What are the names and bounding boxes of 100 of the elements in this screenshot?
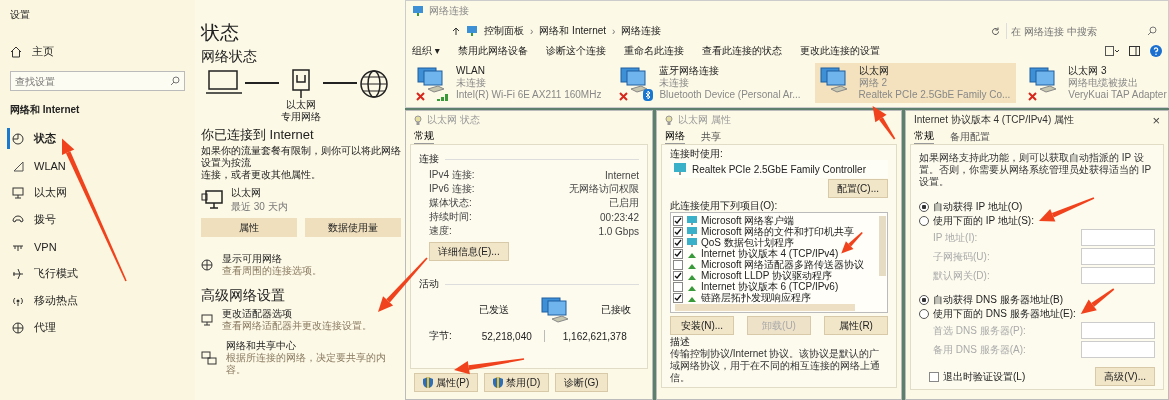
radio-label[interactable]: 使用下面的 DNS 服务器地址(E):	[933, 307, 1076, 321]
sent-label: 已发送	[479, 303, 509, 317]
dialog-button[interactable]: 高级(V)...	[1095, 367, 1155, 386]
adapter-name: WLAN	[456, 65, 486, 77]
checkbox[interactable]	[673, 237, 683, 248]
network-icon	[466, 25, 478, 37]
checkbox[interactable]	[673, 270, 683, 281]
toolbar-button[interactable]: 更改此连接的设置	[799, 44, 880, 58]
globe-icon	[359, 69, 389, 99]
search-field[interactable]: 查找设置	[10, 71, 185, 91]
annotation-arrow	[454, 358, 525, 375]
radio-label[interactable]: 自动获得 DNS 服务器地址(B)	[933, 293, 1063, 307]
toolbar-button[interactable]: 诊断这个连接	[545, 44, 606, 58]
checkbox[interactable]	[929, 371, 939, 382]
monitor-icon	[686, 215, 698, 226]
field-label: 速度:	[429, 224, 452, 238]
link-description: 查看网络适配器并更改连接设置。	[222, 320, 372, 332]
settings-link[interactable]: 网络和共享中心	[226, 340, 405, 352]
checkbox[interactable]	[673, 281, 683, 292]
dialog-button[interactable]: 属性(P)	[414, 373, 479, 392]
breadcrumb-separator: ›	[530, 25, 534, 37]
field-label: 连接时使用:	[670, 148, 724, 160]
dialog-button[interactable]: 诊断(G)	[555, 373, 608, 392]
settings-button[interactable]: 属性	[201, 218, 297, 237]
sidebar-item[interactable]: 代理	[10, 314, 185, 341]
section-heading: 网络和 Internet	[10, 103, 81, 117]
toolbar-button[interactable]: 组织 ▾	[412, 44, 440, 58]
sidebar-item[interactable]: WLAN	[10, 152, 185, 179]
sidebar-item[interactable]: VPN	[10, 233, 185, 260]
home-link[interactable]: 主页	[32, 44, 54, 59]
dialog-button[interactable]: 详细信息(E)...	[429, 242, 509, 261]
status-icon	[12, 132, 24, 145]
received-label: 已接收	[601, 303, 631, 317]
dialog-title: 以太网 状态	[427, 113, 481, 127]
breadcrumb-separator: ›	[612, 25, 616, 37]
connection-status: 你已连接到 Internet	[201, 127, 315, 143]
signal-bars-icon	[436, 91, 450, 101]
adapter-status: 网络 2	[858, 77, 888, 89]
radio-label[interactable]: 使用下面的 IP 地址(S):	[933, 214, 1034, 228]
checkbox[interactable]	[673, 248, 683, 259]
scrollbar[interactable]	[675, 304, 855, 311]
adapter-item[interactable]: WLAN 未连接 Intel(R) Wi-Fi 6E AX211 160MHz	[412, 63, 608, 103]
adapter-device: VeryKuai TAP Adapter	[1068, 89, 1167, 101]
close-button[interactable]: ×	[1152, 112, 1160, 128]
sidebar-item[interactable]: 以太网	[10, 179, 185, 206]
annotation-arrow	[378, 257, 428, 312]
group-label: 描述	[670, 336, 691, 348]
breadcrumb-item[interactable]: 网络连接	[621, 24, 662, 38]
checkbox[interactable]	[673, 292, 683, 303]
sidebar-item[interactable]: 飞行模式	[10, 260, 185, 287]
sidebar-item[interactable]: 移动热点	[10, 287, 185, 314]
network-adapter-icon	[619, 65, 650, 95]
toolbar-button[interactable]: 禁用此网络设备	[457, 44, 528, 58]
link-description: 根据所连接的网络，决定要共享的内容。	[226, 352, 387, 376]
checkbox-label[interactable]: 退出时验证设置(L)	[943, 369, 1026, 384]
group-label: 连接	[419, 152, 439, 166]
home-icon	[10, 45, 22, 58]
window-title: 网络连接	[429, 4, 469, 18]
settings-link[interactable]: 显示可用网络	[222, 253, 322, 265]
network-computers-icon	[540, 295, 570, 325]
radio-button[interactable]	[919, 202, 929, 212]
group-label: 活动	[419, 277, 439, 291]
search-field[interactable]: 在 网络连接 中搜索	[1006, 23, 1162, 39]
checkbox[interactable]	[673, 259, 683, 270]
breadcrumb-item[interactable]: 控制面板	[484, 24, 524, 38]
checkbox[interactable]	[673, 215, 683, 226]
section-heading: 高级网络设置	[201, 287, 286, 304]
globe-icon	[12, 321, 24, 334]
toolbar-button[interactable]: 重命名此连接	[623, 44, 684, 58]
radio-button[interactable]	[919, 295, 929, 305]
window-title: 设置	[10, 8, 31, 22]
adapter-item[interactable]: 以太网 网络 2 Realtek PCIe 2.5GbE Family Co...	[814, 63, 1017, 103]
sidebar-item[interactable]: 状态	[10, 125, 185, 152]
router-icon	[291, 69, 311, 99]
scrollbar[interactable]	[879, 216, 886, 276]
breadcrumb-item[interactable]: 网络和 Internet	[539, 24, 607, 38]
checkbox[interactable]	[673, 226, 683, 237]
network-share-icon	[201, 351, 217, 365]
network-adapter-icon	[818, 65, 849, 95]
field-value: 1.0 Gbps	[598, 225, 639, 237]
settings-button[interactable]: 数据使用量	[305, 218, 401, 237]
dialog-button[interactable]: 安装(N)...	[670, 316, 734, 335]
computer-icon	[201, 190, 223, 210]
tab[interactable]: 备用配置	[950, 129, 990, 144]
adapter-item[interactable]: 以太网 3 网络电缆被拔出 VeryKuai TAP Adapter	[1024, 63, 1168, 103]
dialog-button[interactable]: 配置(C)...	[827, 179, 888, 198]
tab[interactable]: 共享	[701, 129, 721, 144]
sidebar-item[interactable]: 拨号	[10, 206, 185, 233]
bulb-icon	[665, 114, 673, 126]
dialog-button[interactable]: 禁用(D)	[484, 373, 550, 392]
connection-usage: 最近 30 天内	[231, 200, 288, 214]
network-icon	[412, 5, 424, 17]
settings-link[interactable]: 更改适配器选项	[222, 308, 372, 320]
toolbar-button[interactable]: 查看此连接的状态	[701, 44, 782, 58]
radio-button[interactable]	[919, 309, 929, 319]
adapter-item[interactable]: 蓝牙网络连接 未连接 Bluetooth Device (Personal Ar...	[615, 63, 807, 103]
dialog-button[interactable]: 属性(R)	[824, 316, 888, 335]
link-description: 查看周围的连接选项。	[222, 265, 322, 277]
radio-button[interactable]	[919, 216, 929, 226]
radio-label[interactable]: 自动获得 IP 地址(O)	[933, 200, 1023, 214]
